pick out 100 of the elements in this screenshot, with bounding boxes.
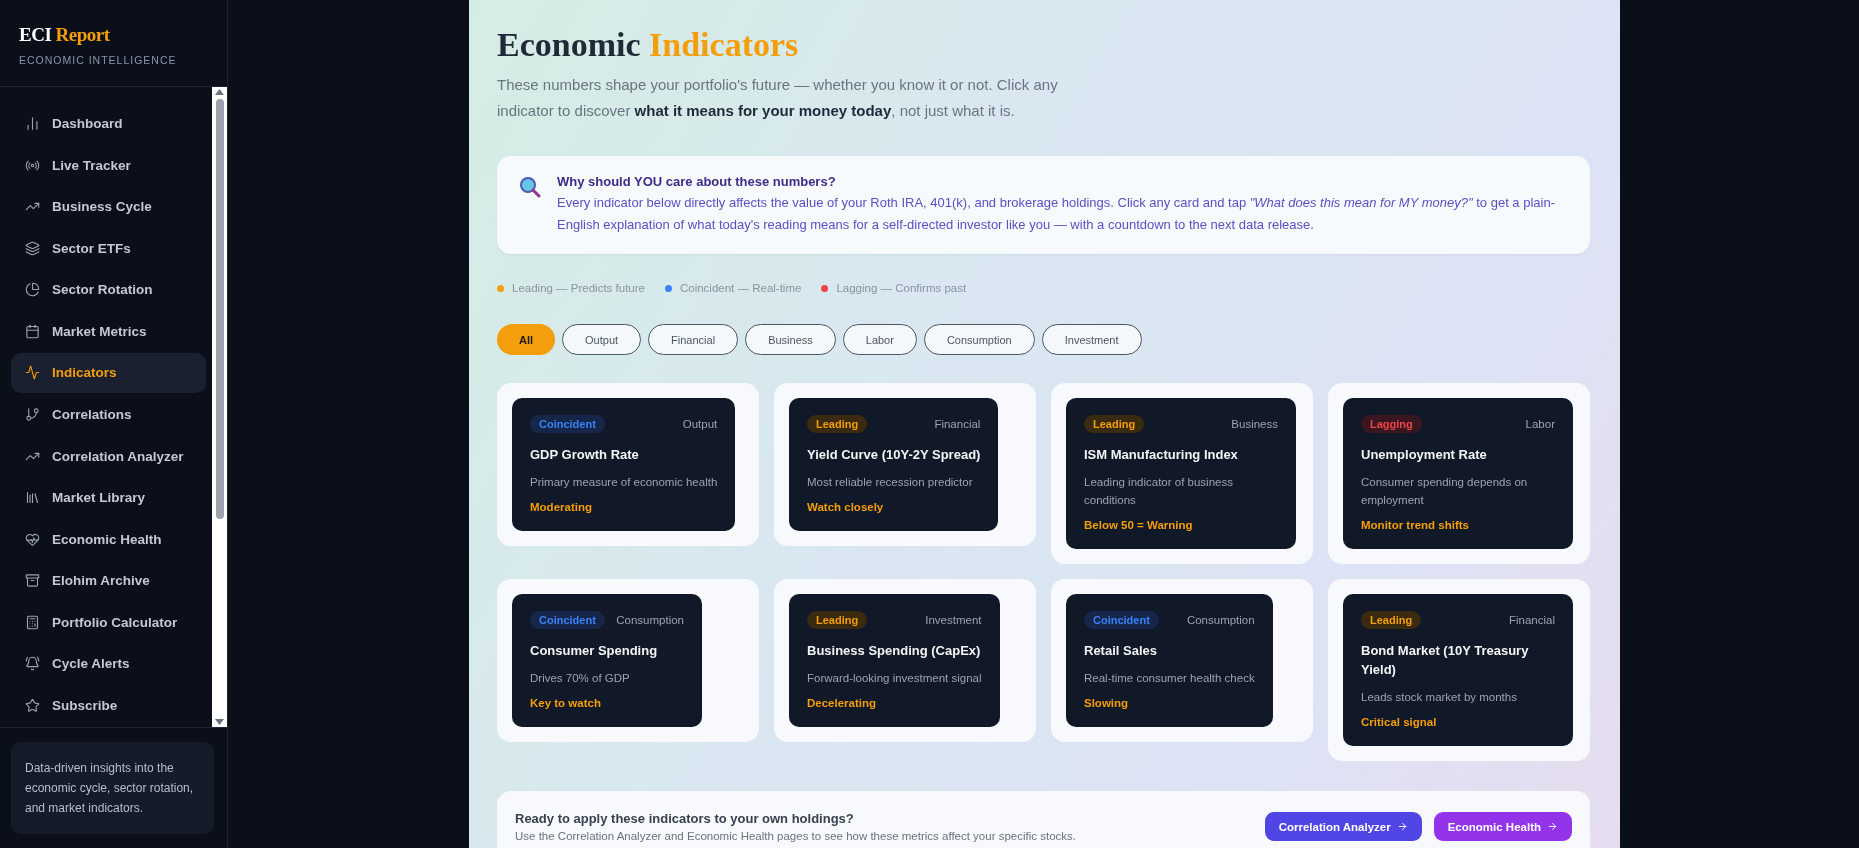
nav-item[interactable]: Subscribe: [11, 685, 206, 725]
filter-chip[interactable]: Business: [745, 324, 836, 355]
indicator-description: Primary measure of economic health: [530, 475, 718, 490]
category-badge: Coincident: [530, 415, 605, 433]
logo[interactable]: ECI Report: [19, 24, 208, 46]
filter-chip[interactable]: Labor: [842, 324, 917, 355]
filter-chip[interactable]: Output: [562, 324, 642, 355]
sector-label: Investment: [925, 614, 982, 626]
nav-item[interactable]: Live Tracker: [11, 145, 206, 186]
category-badge: Leading: [807, 415, 868, 433]
indicator-card[interactable]: Leading Investment Business Spending (CapEx) Forward-looking investment signal Decelerating: [774, 579, 1036, 742]
indicator-title: Consumer Spending: [530, 642, 659, 660]
nav-item[interactable]: Portfolio Calculator: [11, 602, 206, 642]
category-badge: Leading: [1361, 611, 1422, 629]
pulse-icon: [25, 365, 40, 381]
page-title: Economic Indicators: [497, 26, 800, 64]
indicator-title: Bond Market (10Y Treasury Yield): [1361, 642, 1530, 679]
logo-subtitle: ECONOMIC INTELLIGENCE: [19, 54, 178, 66]
calculator-icon: [25, 614, 40, 630]
indicator-card[interactable]: Coincident Consumption Consumer Spending Drives 70% of GDP Key to watch: [497, 579, 759, 742]
legend-label: Coincident — Real-time: [679, 282, 802, 294]
magnifier-icon: [519, 176, 541, 198]
indicator-card[interactable]: Coincident Consumption Retail Sales Real-time consumer health check Slowing: [1051, 579, 1313, 742]
indicator-description: Forward-looking investment signal: [807, 671, 982, 686]
cta-text: Use the Correlation Analyzer and Economic Health pages to see how these metrics affect your specific stocks.: [515, 830, 1076, 842]
indicator-signal: Critical signal: [1361, 716, 1438, 728]
star-icon: [25, 697, 40, 713]
sidebar-note: Data-driven insights into the economic cycle, sector rotation, and market indicators.: [11, 742, 214, 834]
pie-chart-icon: [25, 282, 40, 298]
sector-label: Business: [1231, 418, 1278, 430]
indicator-description: Leading indicator of business conditions: [1084, 475, 1234, 508]
indicator-signal: Key to watch: [530, 697, 602, 709]
nav-button[interactable]: Correlation Analyzer: [1264, 812, 1422, 841]
scroll-down-icon[interactable]: [215, 719, 224, 725]
nav-item[interactable]: Indicators: [11, 353, 206, 393]
branch-icon: [25, 407, 40, 422]
nav-item[interactable]: Correlation Analyzer: [11, 436, 206, 476]
scrollbar-thumb[interactable]: [215, 99, 224, 519]
nav-item[interactable]: Business Cycle: [11, 187, 206, 227]
nav-item[interactable]: Sector Rotation: [11, 270, 206, 310]
nav-button[interactable]: Economic Health: [1433, 812, 1572, 841]
sector-label: Labor: [1525, 418, 1555, 430]
nav-item[interactable]: Market Library: [11, 477, 206, 518]
indicator-signal: Below 50 = Warning: [1084, 519, 1194, 531]
nav-item[interactable]: Dashboard: [11, 104, 206, 144]
cta-title: Ready to apply these indicators to your own holdings?: [515, 811, 855, 826]
category-badge: Leading: [807, 611, 868, 629]
bar-chart-icon: [25, 116, 40, 132]
archive-icon: [25, 573, 40, 589]
indicator-card[interactable]: Leading Financial Bond Market (10Y Treasury Yield) Leads stock market by months Critical signal: [1328, 579, 1590, 761]
category-badge: Leading: [1084, 415, 1145, 433]
category-badge: Coincident: [1084, 611, 1159, 629]
indicator-signal: Moderating: [530, 501, 593, 513]
indicator-card[interactable]: Leading Business ISM Manufacturing Index Leading indicator of business conditions Below 50 = Warning: [1051, 383, 1313, 564]
indicator-title: Business Spending (CapEx): [807, 642, 982, 660]
indicator-card[interactable]: Coincident Output GDP Growth Rate Primary measure of economic health Moderating: [497, 383, 759, 546]
scrollbar[interactable]: [212, 87, 227, 727]
filter-chip[interactable]: Investment: [1041, 324, 1142, 355]
nav-item[interactable]: Cycle Alerts: [11, 643, 206, 684]
indicator-card[interactable]: Leading Financial Yield Curve (10Y-2Y Spread) Most reliable recession predictor Watch closely: [774, 383, 1036, 546]
books-icon: [25, 490, 40, 506]
indicator-description: Most reliable recession predictor: [807, 475, 974, 490]
filter-chip[interactable]: Financial: [648, 324, 739, 355]
sector-label: Financial: [1508, 614, 1555, 626]
nav-item[interactable]: Elohim Archive: [11, 560, 206, 601]
indicator-signal: Decelerating: [807, 697, 878, 709]
indicator-signal: Watch closely: [807, 501, 885, 513]
filter-chip[interactable]: Consumption: [923, 324, 1035, 355]
sector-label: Consumption: [1186, 614, 1255, 626]
indicator-card[interactable]: Lagging Labor Unemployment Rate Consumer spending depends on employment Monitor trend shifts: [1328, 383, 1590, 564]
arrow-icon: [1547, 821, 1558, 832]
nav-item[interactable]: Correlations: [11, 394, 206, 435]
category-badge: Coincident: [530, 611, 605, 629]
info-text: Every indicator below directly affects the value of your Roth IRA, 401(k), and brokerage holdings. Click any card and tap "What does this mean for MY money?" to get a plain-English explanation of what today's reading means for a self-directed investor like you — with a countdown to the next data release.: [557, 194, 1556, 234]
calendar-icon: [25, 323, 40, 339]
heart-pulse-icon: [25, 531, 40, 547]
info-title: Why should YOU care about these numbers?: [557, 174, 837, 189]
layers-icon: [25, 240, 40, 256]
indicator-title: GDP Growth Rate: [530, 446, 640, 464]
nav-item[interactable]: Sector ETFs: [11, 228, 206, 269]
indicator-signal: Slowing: [1084, 697, 1130, 709]
indicator-title: Unemployment Rate: [1361, 446, 1488, 464]
indicator-description: Leads stock market by months: [1361, 690, 1518, 705]
sector-label: Consumption: [616, 614, 684, 626]
indicator-title: Yield Curve (10Y-2Y Spread): [807, 446, 981, 464]
scroll-up-icon[interactable]: [215, 89, 224, 95]
sector-label: Output: [682, 418, 718, 430]
indicator-description: Drives 70% of GDP: [530, 671, 631, 686]
nav-item[interactable]: Market Metrics: [11, 311, 206, 352]
nav-item[interactable]: Economic Health: [11, 519, 206, 559]
indicator-description: Real-time consumer health check: [1084, 671, 1255, 686]
indicator-signal: Monitor trend shifts: [1361, 519, 1470, 531]
filter-chip[interactable]: All: [497, 324, 556, 355]
legend-label: Leading — Predicts future: [512, 282, 645, 294]
arrow-icon: [1396, 821, 1408, 832]
category-badge: Lagging: [1361, 415, 1422, 433]
legend-label: Lagging — Confirms past: [836, 282, 967, 294]
bell-icon: [25, 656, 40, 672]
intro-text: These numbers shape your portfolio's future — whether you know it or not. Click any indicator to discover what it means for your money today, not just what it is.: [497, 75, 1059, 121]
indicator-title: ISM Manufacturing Index: [1084, 446, 1239, 464]
